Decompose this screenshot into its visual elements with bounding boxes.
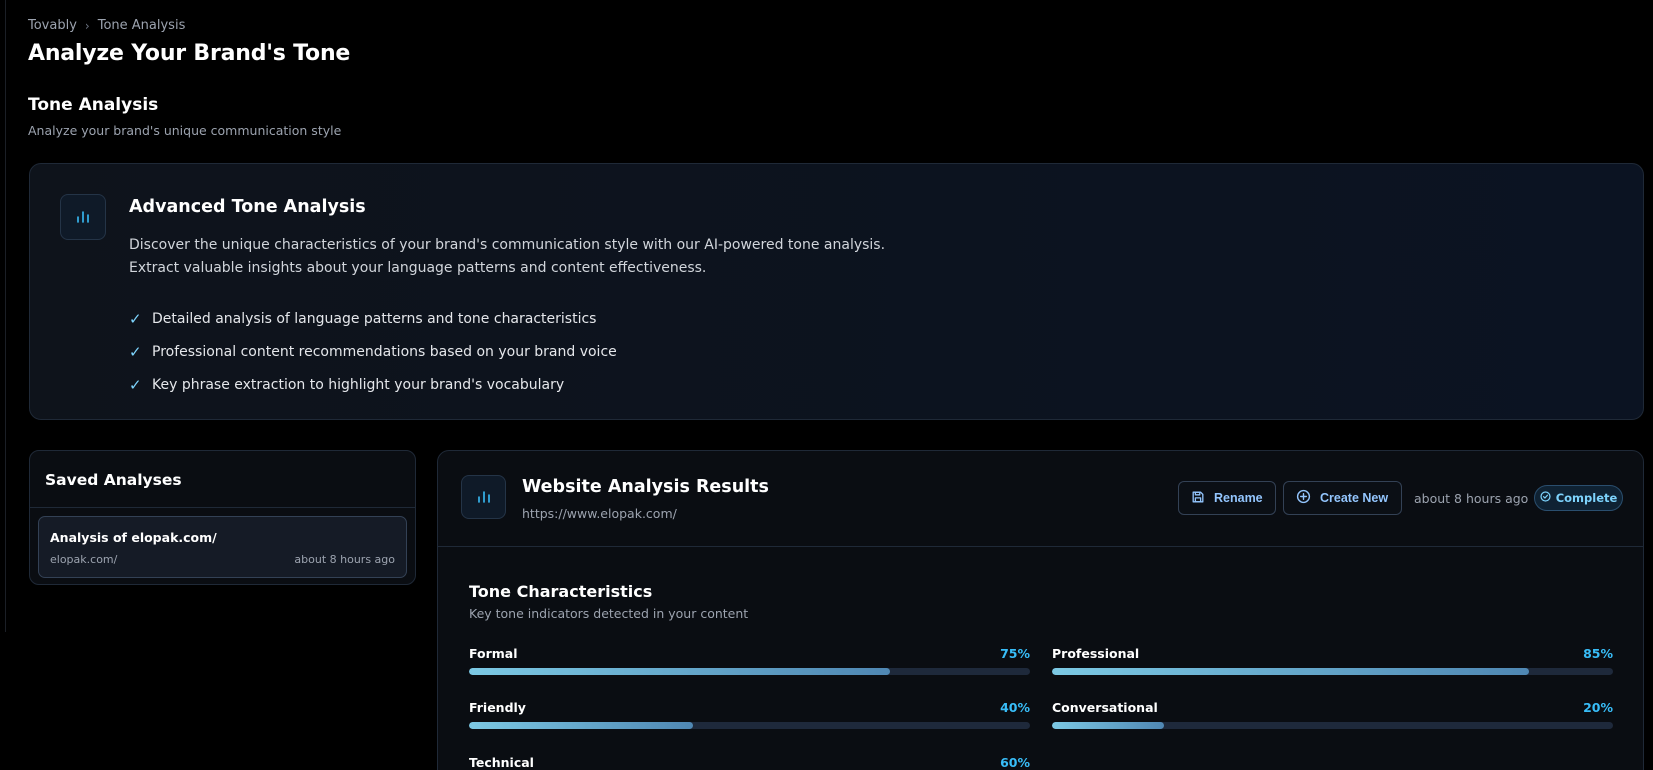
feature-item: ✓ Professional content recommendations b… [129,335,617,368]
section-title: Tone Analysis [28,95,159,115]
divider [30,507,415,508]
results-title: Website Analysis Results [522,477,769,497]
feature-item: ✓ Detailed analysis of language patterns… [129,302,617,335]
tone-bar-track [469,722,1030,729]
saved-analysis-item[interactable]: Analysis of elopak.com/ elopak.com/ abou… [38,516,407,578]
check-icon: ✓ [129,375,142,394]
section-subtitle: Analyze your brand's unique communicatio… [28,123,342,138]
feature-text: Key phrase extraction to highlight your … [152,376,565,393]
check-circle-icon [1540,491,1551,505]
feature-text: Professional content recommendations bas… [152,343,617,360]
create-new-label: Create New [1320,491,1389,505]
status-label: Complete [1555,491,1618,505]
saved-item-title: Analysis of elopak.com/ [50,530,217,545]
tone-percentage: 20% [1583,700,1613,715]
feature-text: Detailed analysis of language patterns a… [152,310,597,327]
results-timestamp: about 8 hours ago [1414,491,1529,506]
tone-bar-fill [469,668,890,675]
tone-label: Friendly [469,700,526,715]
saved-item-domain: elopak.com/ [50,553,118,566]
breadcrumb-current: Tone Analysis [97,18,186,33]
feature-list: ✓ Detailed analysis of language patterns… [129,302,617,401]
tone-percentage: 85% [1583,646,1613,661]
tone-label: Professional [1052,646,1140,661]
create-new-button[interactable]: Create New [1283,481,1402,515]
hero-title: Advanced Tone Analysis [129,197,366,217]
saved-analyses-panel: Saved Analyses Analysis of elopak.com/ e… [29,450,416,585]
bar-chart-icon [60,194,106,240]
tone-label: Formal [469,646,518,661]
tone-percentage: 60% [1000,755,1030,770]
tone-percentage: 75% [1000,646,1030,661]
check-icon: ✓ [129,342,142,361]
page-title: Analyze Your Brand's Tone [28,41,351,66]
tone-label: Conversational [1052,700,1158,715]
rename-button[interactable]: Rename [1178,481,1276,515]
tone-bar-fill [469,722,694,729]
tone-bar-fill [1052,668,1529,675]
tone-bar-track [1052,668,1613,675]
status-badge: Complete [1534,485,1623,511]
save-icon [1191,490,1205,507]
tone-bar-track [469,668,1030,675]
hero-description: Discover the unique characteristics of y… [129,234,1029,280]
tone-bar-track [1052,722,1613,729]
rename-label: Rename [1214,491,1263,505]
plus-circle-icon [1296,489,1311,507]
results-url: https://www.elopak.com/ [522,506,677,521]
tone-characteristics-title: Tone Characteristics [469,582,653,601]
tone-label: Technical [469,755,534,770]
hero-description-line: Extract valuable insights about your lan… [129,260,707,276]
tone-bar-fill [1052,722,1165,729]
website-analysis-results-panel: Website Analysis Results https://www.elo… [437,450,1644,770]
tone-characteristics-subtitle: Key tone indicators detected in your con… [469,606,749,621]
tone-percentage: 40% [1000,700,1030,715]
saved-analyses-title: Saved Analyses [45,471,182,489]
left-edge-divider [0,0,6,632]
divider [438,546,1643,547]
check-icon: ✓ [129,309,142,328]
feature-item: ✓ Key phrase extraction to highlight you… [129,368,617,401]
page: Tovably › Tone Analysis Analyze Your Bra… [0,0,1653,770]
breadcrumb-separator-icon: › [84,18,90,33]
breadcrumb-root[interactable]: Tovably [28,18,77,33]
advanced-tone-analysis-card: Advanced Tone Analysis Discover the uniq… [29,163,1644,420]
breadcrumb: Tovably › Tone Analysis [28,18,185,33]
hero-description-line: Discover the unique characteristics of y… [129,237,886,253]
bar-chart-icon [461,475,506,519]
saved-item-time: about 8 hours ago [294,553,395,566]
